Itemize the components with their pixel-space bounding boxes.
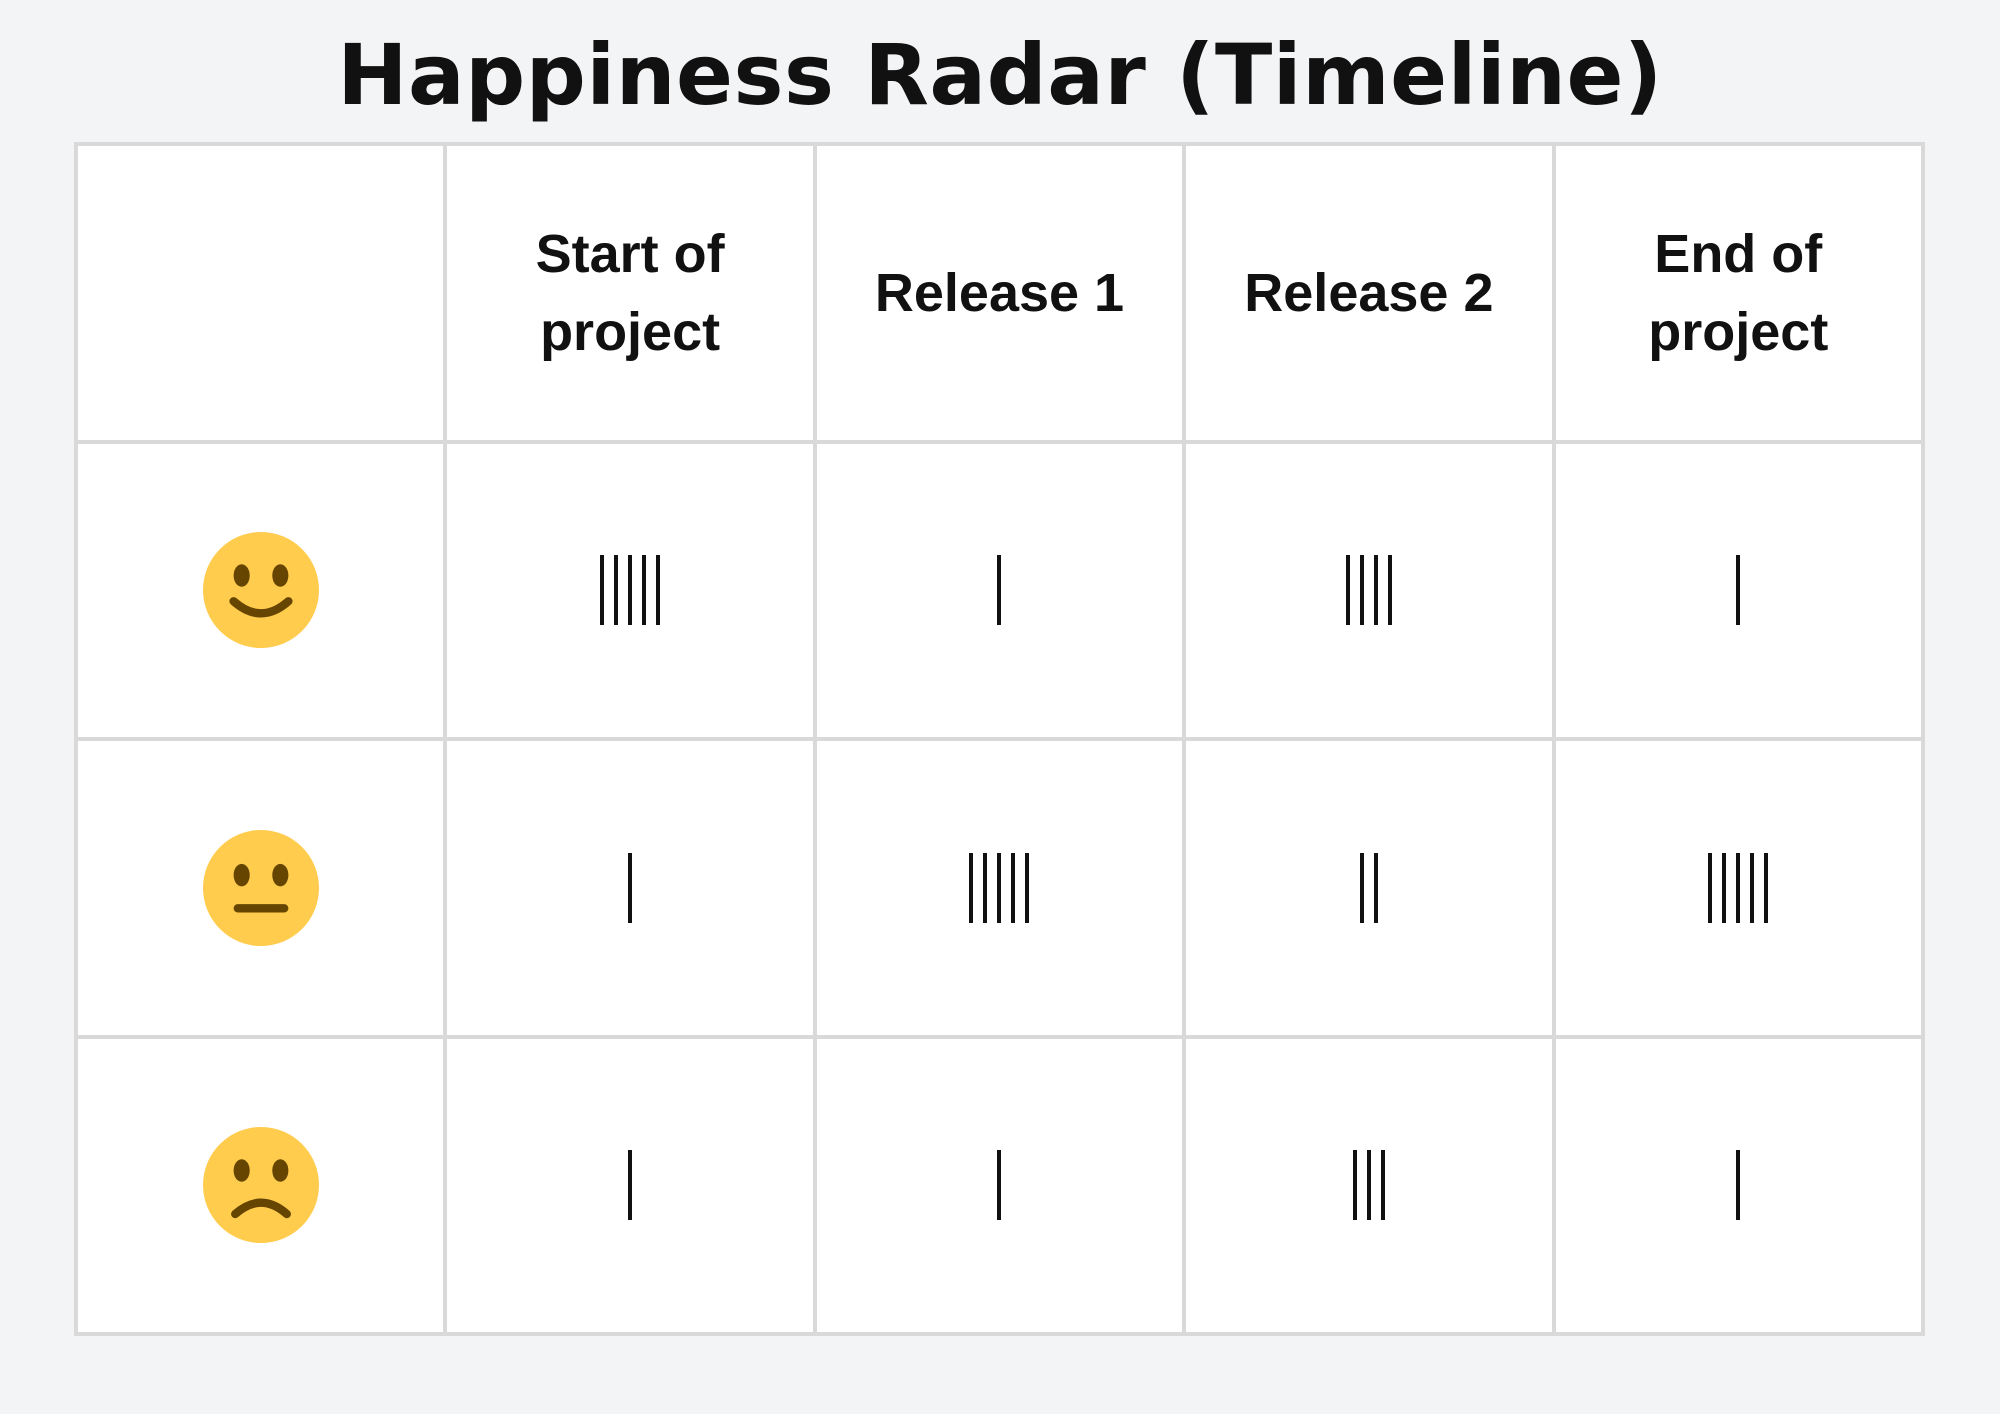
slightly-smiling-face-icon: [202, 532, 319, 649]
tally-mark: [1345, 555, 1350, 626]
tally-group: [1352, 1150, 1385, 1221]
tally-group: [969, 852, 1030, 923]
column-header: End of project: [1555, 146, 1921, 440]
tally-mark: [628, 555, 633, 626]
tally-mark: [1736, 1150, 1741, 1221]
tally-group: [1359, 852, 1378, 923]
tally-group: [600, 555, 661, 626]
tally-mark: [1736, 555, 1741, 626]
tally-cell: [816, 741, 1183, 1035]
happiness-radar-table: Start of project Release 1 Release 2 End…: [74, 142, 1925, 1336]
tally-cell: [1555, 741, 1921, 1035]
tally-cell: [1186, 1038, 1552, 1332]
tally-mark: [614, 555, 619, 626]
tally-mark: [600, 555, 605, 626]
tally-mark: [1764, 852, 1769, 923]
row-header-happy: [78, 443, 444, 737]
tally-mark: [1359, 555, 1364, 626]
column-header: Release 1: [816, 146, 1183, 440]
tally-mark: [997, 555, 1002, 626]
tally-group: [1736, 1150, 1741, 1221]
tally-cell: [447, 443, 813, 737]
tally-mark: [1352, 1150, 1357, 1221]
tally-group: [628, 852, 633, 923]
tally-mark: [656, 555, 661, 626]
slightly-frowning-face-icon: [202, 1127, 319, 1244]
tally-cell: [1555, 443, 1921, 737]
tally-mark: [628, 852, 633, 923]
tally-cell: [447, 1038, 813, 1332]
chart-title: Happiness Radar (Timeline): [337, 26, 1663, 124]
tally-group: [997, 1150, 1002, 1221]
tally-mark: [1387, 555, 1392, 626]
tally-mark: [983, 852, 988, 923]
tally-mark: [997, 852, 1002, 923]
tally-cell: [1186, 443, 1552, 737]
tally-cell: [447, 741, 813, 1035]
column-header: Release 2: [1186, 146, 1552, 440]
tally-cell: [816, 1038, 1183, 1332]
tally-mark: [642, 555, 647, 626]
tally-mark: [1722, 852, 1727, 923]
tally-mark: [628, 1150, 633, 1221]
tally-cell: [816, 443, 1183, 737]
tally-mark: [1708, 852, 1713, 923]
tally-group: [997, 555, 1002, 626]
row-header-sad: [78, 1038, 444, 1332]
tally-mark: [1736, 852, 1741, 923]
tally-group: [1708, 852, 1769, 923]
tally-mark: [997, 1150, 1002, 1221]
tally-group: [1345, 555, 1392, 626]
tally-mark: [1011, 852, 1016, 923]
tally-mark: [1025, 852, 1030, 923]
corner-cell: [78, 146, 444, 440]
tally-mark: [1750, 852, 1755, 923]
tally-group: [1736, 555, 1741, 626]
tally-mark: [1373, 555, 1378, 626]
tally-mark: [1366, 1150, 1371, 1221]
neutral-face-icon: [202, 829, 319, 946]
column-header: Start of project: [447, 146, 813, 440]
tally-mark: [1380, 1150, 1385, 1221]
tally-group: [628, 1150, 633, 1221]
tally-cell: [1186, 741, 1552, 1035]
row-header-neutral: [78, 741, 444, 1035]
tally-mark: [1373, 852, 1378, 923]
tally-mark: [1359, 852, 1364, 923]
tally-mark: [969, 852, 974, 923]
tally-cell: [1555, 1038, 1921, 1332]
